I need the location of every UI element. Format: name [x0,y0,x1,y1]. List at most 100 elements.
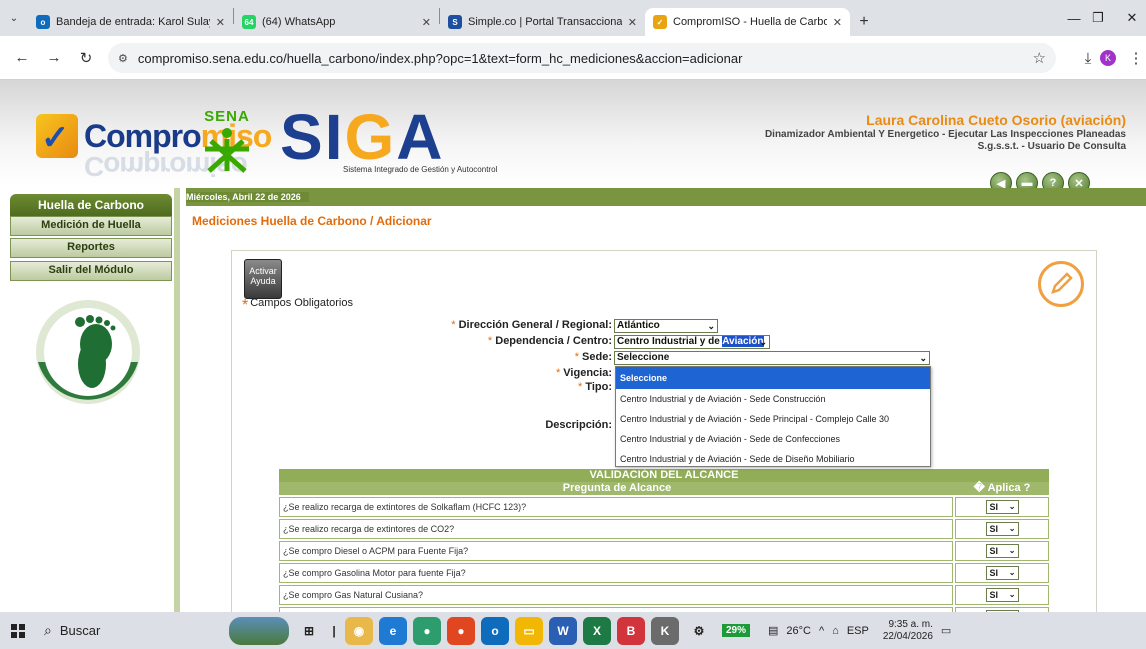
applies-value: SI [989,546,999,556]
word-icon[interactable]: W [549,616,577,645]
compromiso-icon: ✓ [653,15,667,29]
temperature[interactable]: 26°C [786,625,811,637]
tab-close-icon[interactable]: ✕ [422,16,431,29]
direccion-select[interactable]: Atlántico ⌄ [614,319,718,333]
tab-close-icon[interactable]: ✕ [833,16,842,29]
tab-search-icon[interactable]: ⌄ [0,0,28,36]
browser-tab[interactable]: S Simple.co | Portal Transaccional ✕ [440,8,645,36]
clock[interactable]: 9:35 a. m. 22/04/2026 [883,619,933,643]
tray-chevron-icon[interactable]: ^ [819,625,824,637]
url-text: compromiso.sena.edu.co/huella_carbono/in… [137,50,743,66]
site-info-icon[interactable]: ⚙ [118,52,128,65]
chrome-icon[interactable]: ● [447,616,475,645]
brave-icon[interactable]: B [617,616,645,645]
sidebar-title: Huella de Carbono [10,194,172,216]
sede-select[interactable]: Seleccione ⌄ [614,351,930,365]
sidebar-item-salir[interactable]: Salir del Módulo [10,261,172,281]
settings-gear-icon[interactable]: ⚙ [685,617,713,645]
chrome-profile-icon[interactable]: ● [413,616,441,645]
question-cell: ¿Se compro Gas Natural Cusiana? [279,585,953,605]
outlook-icon: o [36,15,50,29]
battery-indicator[interactable]: 29% [722,624,751,637]
applies-select[interactable]: SI ⌄ [985,544,1019,558]
reload-icon[interactable]: ↻ [72,44,100,72]
task-view-icon[interactable]: ⊞ [295,617,323,645]
footprint-logo-icon [36,300,140,404]
new-tab-button[interactable]: + [850,8,878,36]
browser-tab[interactable]: o Bandeja de entrada: Karol Sulay ✕ [28,8,233,36]
applies-value: SI [989,502,999,512]
brand-text: Compro [84,118,202,154]
profile-avatar[interactable]: K [1100,50,1116,66]
applies-select[interactable]: SI ⌄ [985,588,1019,602]
applies-select[interactable]: SI ⌄ [985,522,1019,536]
url-input[interactable]: ⚙ compromiso.sena.edu.co/huella_carbono/… [108,43,1056,73]
taskbar-search[interactable]: ⌕ Buscar [36,622,226,639]
label-vigencia: * Vigencia: [555,367,612,379]
taskbar-search-label: Buscar [59,623,101,638]
dependencia-select[interactable]: Centro Industrial y de Aviación ⌄ [614,335,770,349]
sede-option[interactable]: Seleccione [616,367,930,389]
forward-icon[interactable]: → [40,44,68,72]
file-explorer-icon[interactable]: ▭ [515,616,543,645]
bookmark-star-icon[interactable]: ☆ [1033,49,1046,67]
help-button[interactable]: Activar Ayuda [244,259,282,299]
header-banner: ✓ Compromiso Compromiso SENA SIGA Sistem… [0,80,1146,194]
label-sede: * Sede: [574,351,612,363]
applies-select[interactable]: SI ⌄ [985,566,1019,580]
sidebar-item-reportes[interactable]: Reportes [10,238,172,258]
browser-tab[interactable]: 64 (64) WhatsApp ✕ [234,8,439,36]
network-icon[interactable]: ⌂ [832,625,839,637]
simple-icon: S [448,15,462,29]
back-icon[interactable]: ← [8,44,36,72]
sena-figure-icon [205,128,249,173]
photos-icon[interactable]: ◉ [345,616,373,645]
system-tray: ▤ 26°C ^ ⌂ ESP 9:35 a. m. 22/04/2026 ▭ [768,619,951,643]
browser-tab-bar: ⌄ o Bandeja de entrada: Karol Sulay ✕ 64 (64… [0,0,1146,36]
user-role: Dinamizador Ambiental Y Energetico - Eje… [765,129,1126,153]
sena-text: SENA [204,108,250,125]
table-row: ¿Se realizo recarga de extintores de CO2… [279,519,1049,539]
clock-date: 22/04/2026 [882,630,933,642]
required-note: * Campos Obligatorios [242,297,353,314]
sidebar-item-medicion[interactable]: Medición de Huella [10,216,172,236]
close-window-icon[interactable]: ✕ [1110,0,1146,36]
applies-cell: SI ⌄ [955,519,1049,539]
download-icon[interactable]: ⤓ [1074,44,1102,72]
widget-landscape-icon[interactable] [229,616,289,645]
excel-icon[interactable]: X [583,616,611,645]
sidebar: Huella de Carbono Medición de Huella Rep… [0,188,180,612]
applies-cell: SI ⌄ [955,497,1049,517]
sede-option[interactable]: Centro Industrial y de Aviación - Sede d… [616,449,930,469]
applies-value: SI [989,590,999,600]
sede-option[interactable]: Centro Industrial y de Aviación - Sede C… [616,389,930,409]
tab-title: Simple.co | Portal Transaccional [468,16,622,28]
chevron-down-icon: ⌄ [1008,546,1016,555]
divider-icon: | [332,623,336,638]
tab-close-icon[interactable]: ✕ [628,16,637,29]
applies-select[interactable]: SI ⌄ [985,500,1019,514]
whatsapp-icon: 64 [242,15,256,29]
sede-dropdown-list: Seleccione Centro Industrial y de Aviaci… [615,366,931,467]
edge-icon[interactable]: e [379,616,407,645]
sede-option[interactable]: Centro Industrial y de Aviación - Sede d… [616,429,930,449]
chrome-k-icon[interactable]: K [651,616,679,645]
applies-cell: SI ⌄ [955,563,1049,583]
sede-option[interactable]: Centro Industrial y de Aviación - Sede P… [616,409,930,429]
form-panel: Activar Ayuda * Campos Obligatorios * Dir… [231,250,1097,612]
applies-value: SI [989,524,999,534]
browser-menu-icon[interactable]: ⋮ [1122,44,1146,72]
chevron-down-icon: ⌄ [1008,524,1016,533]
notification-icon[interactable]: ▭ [941,624,951,637]
weather-icon[interactable]: ▤ [768,624,778,637]
windows-start-icon[interactable] [0,623,36,638]
label-dependencia: * Dependencia / Centro: [487,335,612,347]
outlook-icon[interactable]: o [481,616,509,645]
browser-tab[interactable]: ✓ ComprоmISO - Huella de Carbo ✕ [645,8,850,36]
lang-indicator[interactable]: ESP [847,625,869,637]
tab-title: (64) WhatsApp [262,16,336,28]
page-content: ✓ Compromiso Compromiso SENA SIGA Sistem… [0,80,1146,612]
tab-close-icon[interactable]: ✕ [216,16,225,29]
label-direccion: * Dirección General / Regional: [451,319,612,331]
edit-pencil-icon [1038,261,1084,307]
